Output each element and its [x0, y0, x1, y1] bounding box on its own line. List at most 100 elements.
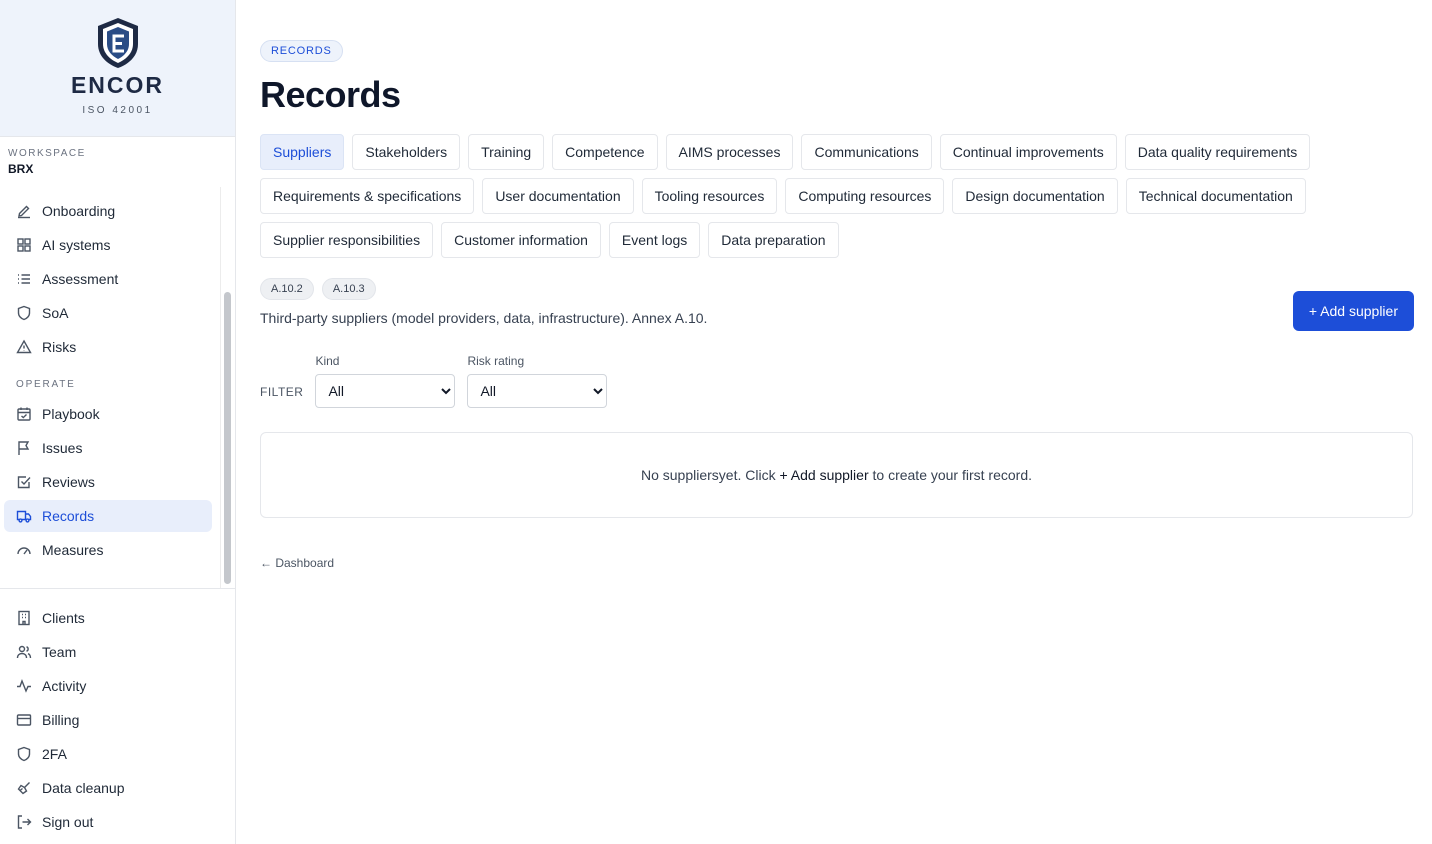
sidebar-item-label: Activity — [42, 678, 87, 694]
sidebar-item-ai-systems[interactable]: AI systems — [4, 229, 212, 261]
shield-logo-icon — [97, 18, 138, 68]
sidebar-item-label: Risks — [42, 339, 77, 355]
sidebar-item-label: AI systems — [42, 237, 111, 253]
tab-design-documentation[interactable]: Design documentation — [952, 178, 1118, 214]
sidebar-item-label: Data cleanup — [42, 780, 125, 796]
brand-name: ENCOR — [70, 72, 165, 98]
sidebar-item-clients[interactable]: Clients — [4, 602, 226, 634]
sidebar-item-risks[interactable]: Risks — [4, 331, 212, 363]
sidebar-item-label: Billing — [42, 712, 80, 728]
kind-filter-select[interactable]: All — [315, 374, 456, 408]
sidebar-item-team[interactable]: Team — [4, 636, 226, 668]
sidebar-item-label: 2FA — [42, 746, 67, 762]
sidebar-item-playbook[interactable]: Playbook — [4, 398, 212, 430]
brand-logo[interactable]: ENCOR ISO 42001 — [0, 0, 235, 137]
flag-icon — [16, 440, 32, 456]
activity-icon — [16, 678, 32, 694]
tab-requirements-specifications[interactable]: Requirements & specifications — [260, 178, 475, 214]
sidebar-item-label: Playbook — [42, 406, 100, 422]
tab-competence[interactable]: Competence — [552, 134, 658, 170]
empty-state-prefix: No suppliersyet. Click — [640, 467, 780, 483]
calendar-check-icon — [16, 406, 32, 422]
tab-stakeholders[interactable]: Stakeholders — [352, 134, 461, 170]
empty-state-suffix: to create your first record. — [868, 467, 1033, 483]
sidebar-item-sign-out[interactable]: Sign out — [4, 806, 226, 838]
tab-event-logs[interactable]: Event logs — [608, 222, 701, 258]
warning-icon — [16, 339, 32, 355]
sidebar-item-label: Onboarding — [42, 203, 116, 219]
main-content: RECORDS Records Suppliers Stakeholders T… — [236, 0, 1432, 844]
tab-aims-processes[interactable]: AIMS processes — [665, 134, 794, 170]
credit-card-icon — [16, 712, 32, 728]
filter-label: FILTER — [260, 385, 304, 399]
kind-filter-label: Kind — [315, 354, 340, 368]
tab-continual-improvements[interactable]: Continual improvements — [939, 134, 1117, 170]
tab-data-quality-requirements[interactable]: Data quality requirements — [1124, 134, 1311, 170]
shield-icon — [16, 746, 32, 762]
filter-bar: FILTER Kind All Risk rating All — [260, 354, 1413, 408]
back-to-dashboard-link[interactable]: ← Dashboard — [260, 556, 1413, 570]
building-icon — [16, 610, 32, 626]
grid-icon — [16, 237, 32, 253]
tab-data-preparation[interactable]: Data preparation — [708, 222, 839, 258]
sidebar-item-label: Issues — [42, 440, 83, 456]
truck-icon — [16, 508, 32, 524]
tab-suppliers[interactable]: Suppliers — [260, 134, 345, 170]
sidebar-item-onboarding[interactable]: Onboarding — [4, 195, 212, 227]
sidebar-item-label: SoA — [42, 305, 69, 321]
page-title: Records — [260, 74, 401, 115]
sidebar-item-label: Sign out — [42, 814, 94, 830]
workspace-label: WORKSPACE — [8, 148, 86, 159]
sidebar-item-label: Clients — [42, 610, 85, 626]
risk-rating-filter-select[interactable]: All — [467, 374, 608, 408]
annex-codes: A.10.2 A.10.3 — [260, 278, 1413, 300]
tab-customer-information[interactable]: Customer information — [441, 222, 601, 258]
empty-state: No suppliersyet. Click + Add supplier to… — [260, 432, 1413, 518]
list-icon — [16, 271, 32, 287]
tab-tooling-resources[interactable]: Tooling resources — [641, 178, 778, 214]
brush-icon — [16, 780, 32, 796]
tab-user-documentation[interactable]: User documentation — [482, 178, 634, 214]
sidebar-item-billing[interactable]: Billing — [4, 704, 226, 736]
sidebar-item-assessment[interactable]: Assessment — [4, 263, 212, 295]
logout-icon — [16, 814, 32, 830]
tab-supplier-responsibilities[interactable]: Supplier responsibilities — [260, 222, 434, 258]
pen-icon — [16, 203, 32, 219]
shield-icon — [16, 305, 32, 321]
sidebar-item-measures[interactable]: Measures — [4, 534, 212, 566]
sidebar-nav: Onboarding AI systems Assessment SoA Ris… — [0, 187, 222, 588]
sidebar-item-label: Assessment — [42, 271, 119, 287]
gauge-icon — [16, 542, 32, 558]
sidebar-item-label: Reviews — [42, 474, 95, 490]
sidebar-item-label: Team — [42, 644, 77, 660]
tab-description: Third-party suppliers (model providers, … — [260, 310, 708, 326]
record-type-tabs: Suppliers Stakeholders Training Competen… — [260, 134, 1370, 258]
sidebar-scrollbar[interactable] — [224, 292, 231, 584]
empty-state-add-link[interactable]: + Add supplier — [779, 467, 868, 483]
sidebar-item-reviews[interactable]: Reviews — [4, 466, 212, 498]
sidebar-bottom-nav: Clients Team Activity Billing 2FA Data c… — [0, 588, 236, 840]
tab-training[interactable]: Training — [468, 134, 545, 170]
breadcrumb-pill: RECORDS — [260, 40, 343, 62]
checkbox-icon — [16, 474, 32, 490]
sidebar-item-data-cleanup[interactable]: Data cleanup — [4, 772, 226, 804]
annex-code-badge: A.10.2 — [260, 278, 314, 300]
workspace-selector[interactable]: WORKSPACE BRX — [0, 137, 235, 187]
tab-computing-resources[interactable]: Computing resources — [785, 178, 945, 214]
brand-subtitle: ISO 42001 — [82, 105, 153, 116]
risk-filter-group: Risk rating All — [467, 354, 608, 408]
tab-communications[interactable]: Communications — [801, 134, 932, 170]
kind-filter-group: Kind All — [315, 354, 456, 408]
section-label-operate: OPERATE — [16, 379, 76, 390]
add-supplier-button[interactable]: + Add supplier — [1292, 291, 1414, 331]
tab-technical-documentation[interactable]: Technical documentation — [1125, 178, 1306, 214]
users-icon — [16, 644, 32, 660]
sidebar-item-label: Measures — [42, 542, 104, 558]
annex-code-badge: A.10.3 — [321, 278, 376, 300]
sidebar-item-2fa[interactable]: 2FA — [4, 738, 226, 770]
sidebar-item-records[interactable]: Records — [4, 500, 212, 532]
sidebar-item-issues[interactable]: Issues — [4, 432, 212, 464]
sidebar-item-soa[interactable]: SoA — [4, 297, 212, 329]
sidebar-item-label: Records — [42, 508, 95, 524]
sidebar-item-activity[interactable]: Activity — [4, 670, 226, 702]
